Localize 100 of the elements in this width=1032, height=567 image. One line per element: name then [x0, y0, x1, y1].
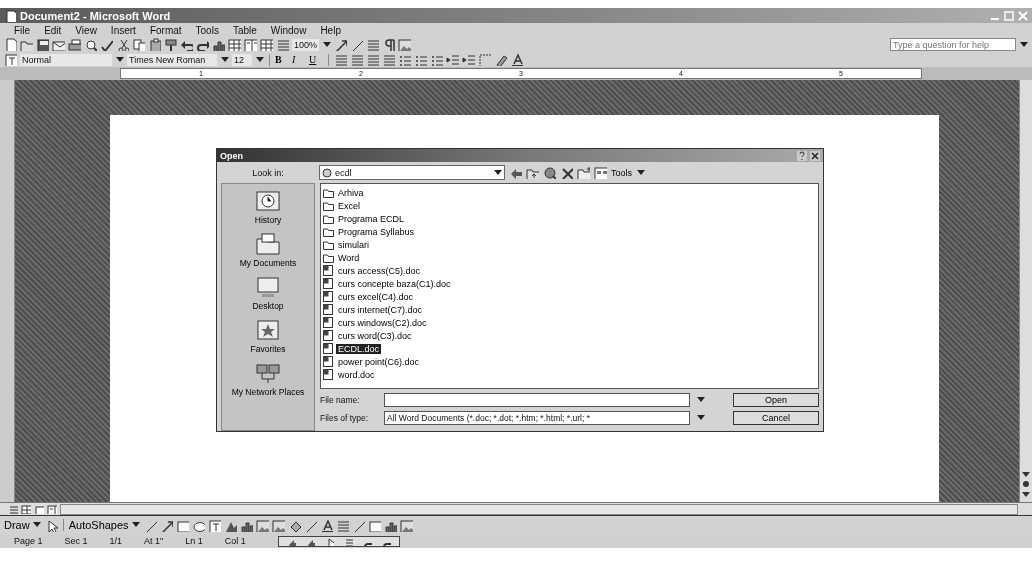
document-row[interactable]: curs access(C5).doc [323, 264, 423, 277]
folder-row[interactable]: simulari [323, 238, 371, 251]
places-item[interactable]: My Network Places [226, 360, 310, 397]
places-item[interactable]: Favorites [226, 317, 310, 354]
dialog-title: Open [220, 150, 243, 161]
menu-item[interactable]: Table [232, 24, 257, 36]
chart-icon[interactable] [212, 38, 225, 51]
document-row[interactable]: curs internet(C7).doc [323, 303, 425, 316]
folder-icon [323, 200, 334, 211]
file-name-field[interactable] [384, 393, 690, 407]
text-box-icon[interactable] [4, 53, 17, 66]
browse-object-icon[interactable] [1022, 480, 1030, 488]
style-combo[interactable]: Normal [20, 53, 112, 66]
arrow-icon[interactable] [334, 38, 348, 51]
status-text: Col 1 [224, 536, 246, 546]
folder-icon [323, 226, 334, 237]
clock-icon[interactable] [254, 188, 282, 214]
document-row[interactable]: curs excel(C4).doc [323, 290, 416, 303]
format-button[interactable]: I [292, 54, 306, 65]
desktop-icon[interactable] [254, 274, 282, 300]
delete-icon[interactable] [560, 166, 573, 179]
open-button[interactable]: Open [733, 393, 819, 407]
folder-icon [323, 187, 334, 198]
vertical-scrollbar[interactable] [1019, 80, 1032, 502]
copy-icon[interactable] [132, 38, 145, 51]
views-icon[interactable] [594, 166, 607, 179]
menu-item[interactable]: Tools [195, 24, 219, 36]
scroll-down-icon[interactable] [1022, 470, 1030, 478]
font-combo[interactable]: Times New Roman [127, 53, 217, 66]
document-row[interactable]: curs windows(C2).doc [323, 316, 429, 329]
places-item[interactable]: Desktop [226, 274, 310, 311]
brush-icon[interactable] [164, 38, 177, 51]
picture-icon[interactable] [255, 518, 269, 532]
document-row[interactable]: power point(C6).doc [323, 355, 422, 368]
list-icon[interactable] [398, 53, 411, 66]
folder-row[interactable]: Programa ECDL [323, 212, 407, 225]
spelling-icon[interactable] [100, 38, 113, 51]
draw-menu-button[interactable]: Draw [4, 519, 30, 531]
folder-row[interactable]: Excel [323, 199, 362, 212]
documents-icon[interactable] [254, 231, 282, 257]
document-row[interactable]: curs concepte baza(C1).doc [323, 277, 453, 290]
printer-icon[interactable] [68, 38, 81, 51]
folder-row[interactable]: Arhiva [323, 186, 366, 199]
document-icon [323, 304, 334, 315]
font-color-icon[interactable] [319, 518, 333, 532]
document-icon [323, 369, 334, 380]
globe-search-icon[interactable] [543, 166, 556, 179]
arrow-icon[interactable] [159, 518, 173, 532]
menu-item[interactable]: Window [270, 24, 307, 36]
file-name-label: File name: [320, 395, 361, 405]
cancel-button[interactable]: Cancel [733, 411, 819, 425]
save-icon[interactable] [36, 38, 49, 51]
format-button[interactable]: U [309, 54, 323, 65]
table-icon[interactable] [228, 38, 241, 51]
scissors-icon[interactable] [116, 38, 129, 51]
menu-item[interactable]: Format [149, 24, 182, 36]
horizontal-scrollbar[interactable] [60, 503, 1018, 515]
document-row[interactable]: word.doc [323, 368, 377, 381]
clipboard-icon[interactable] [148, 38, 161, 51]
document-row[interactable]: curs word(C3).doc [323, 329, 414, 342]
help-icon[interactable] [797, 150, 807, 161]
pilcrow-icon[interactable] [382, 38, 396, 51]
document-icon [323, 356, 334, 367]
table-icon[interactable] [260, 38, 273, 51]
close-icon[interactable] [810, 150, 820, 161]
autoshapes-menu-button[interactable]: AutoShapes [68, 519, 129, 531]
font-size-combo[interactable]: 12 [232, 53, 252, 66]
indent-icon[interactable] [446, 53, 459, 66]
font-color-icon[interactable] [510, 53, 523, 66]
menu-item[interactable]: Edit [44, 24, 62, 36]
up-folder-icon[interactable] [526, 166, 539, 179]
help-search-field[interactable]: Type a question for help [890, 38, 1016, 51]
folder-row[interactable]: Programa Syllabus [323, 225, 417, 238]
zoom-combo[interactable]: 100% [292, 38, 320, 51]
menu-item[interactable]: Help [320, 24, 341, 36]
menu-item[interactable]: File [14, 24, 31, 36]
places-item[interactable]: My Documents [226, 231, 310, 268]
envelope-icon[interactable] [52, 38, 65, 51]
menu-item[interactable]: Insert [110, 24, 136, 36]
list-icon[interactable] [414, 53, 427, 66]
format-button[interactable]: B [275, 54, 289, 65]
status-text: 1/1 [109, 536, 123, 546]
list-icon[interactable] [430, 53, 443, 66]
new-folder-icon[interactable] [577, 166, 590, 179]
picture-icon[interactable] [399, 518, 413, 532]
new-document-icon[interactable] [4, 9, 16, 22]
look-in-combo[interactable]: ecdl [319, 165, 505, 180]
magnifier-icon[interactable] [84, 38, 97, 51]
picture-icon[interactable] [398, 38, 412, 51]
document-icon [323, 291, 334, 302]
menu-item[interactable]: View [75, 24, 97, 36]
tools-menu-button[interactable]: Tools [611, 166, 632, 179]
indent-icon[interactable] [462, 53, 475, 66]
text-box-icon[interactable] [207, 518, 221, 532]
scroll-down-icon[interactable] [1022, 490, 1030, 498]
folder-row[interactable]: Word [323, 251, 362, 264]
document-icon [323, 343, 334, 354]
files-of-type-combo[interactable]: All Word Documents (*.doc; *.dot; *.htm; *.html; *.url; * [384, 411, 690, 425]
places-item[interactable]: History [226, 188, 310, 225]
folder-icon [323, 239, 334, 250]
